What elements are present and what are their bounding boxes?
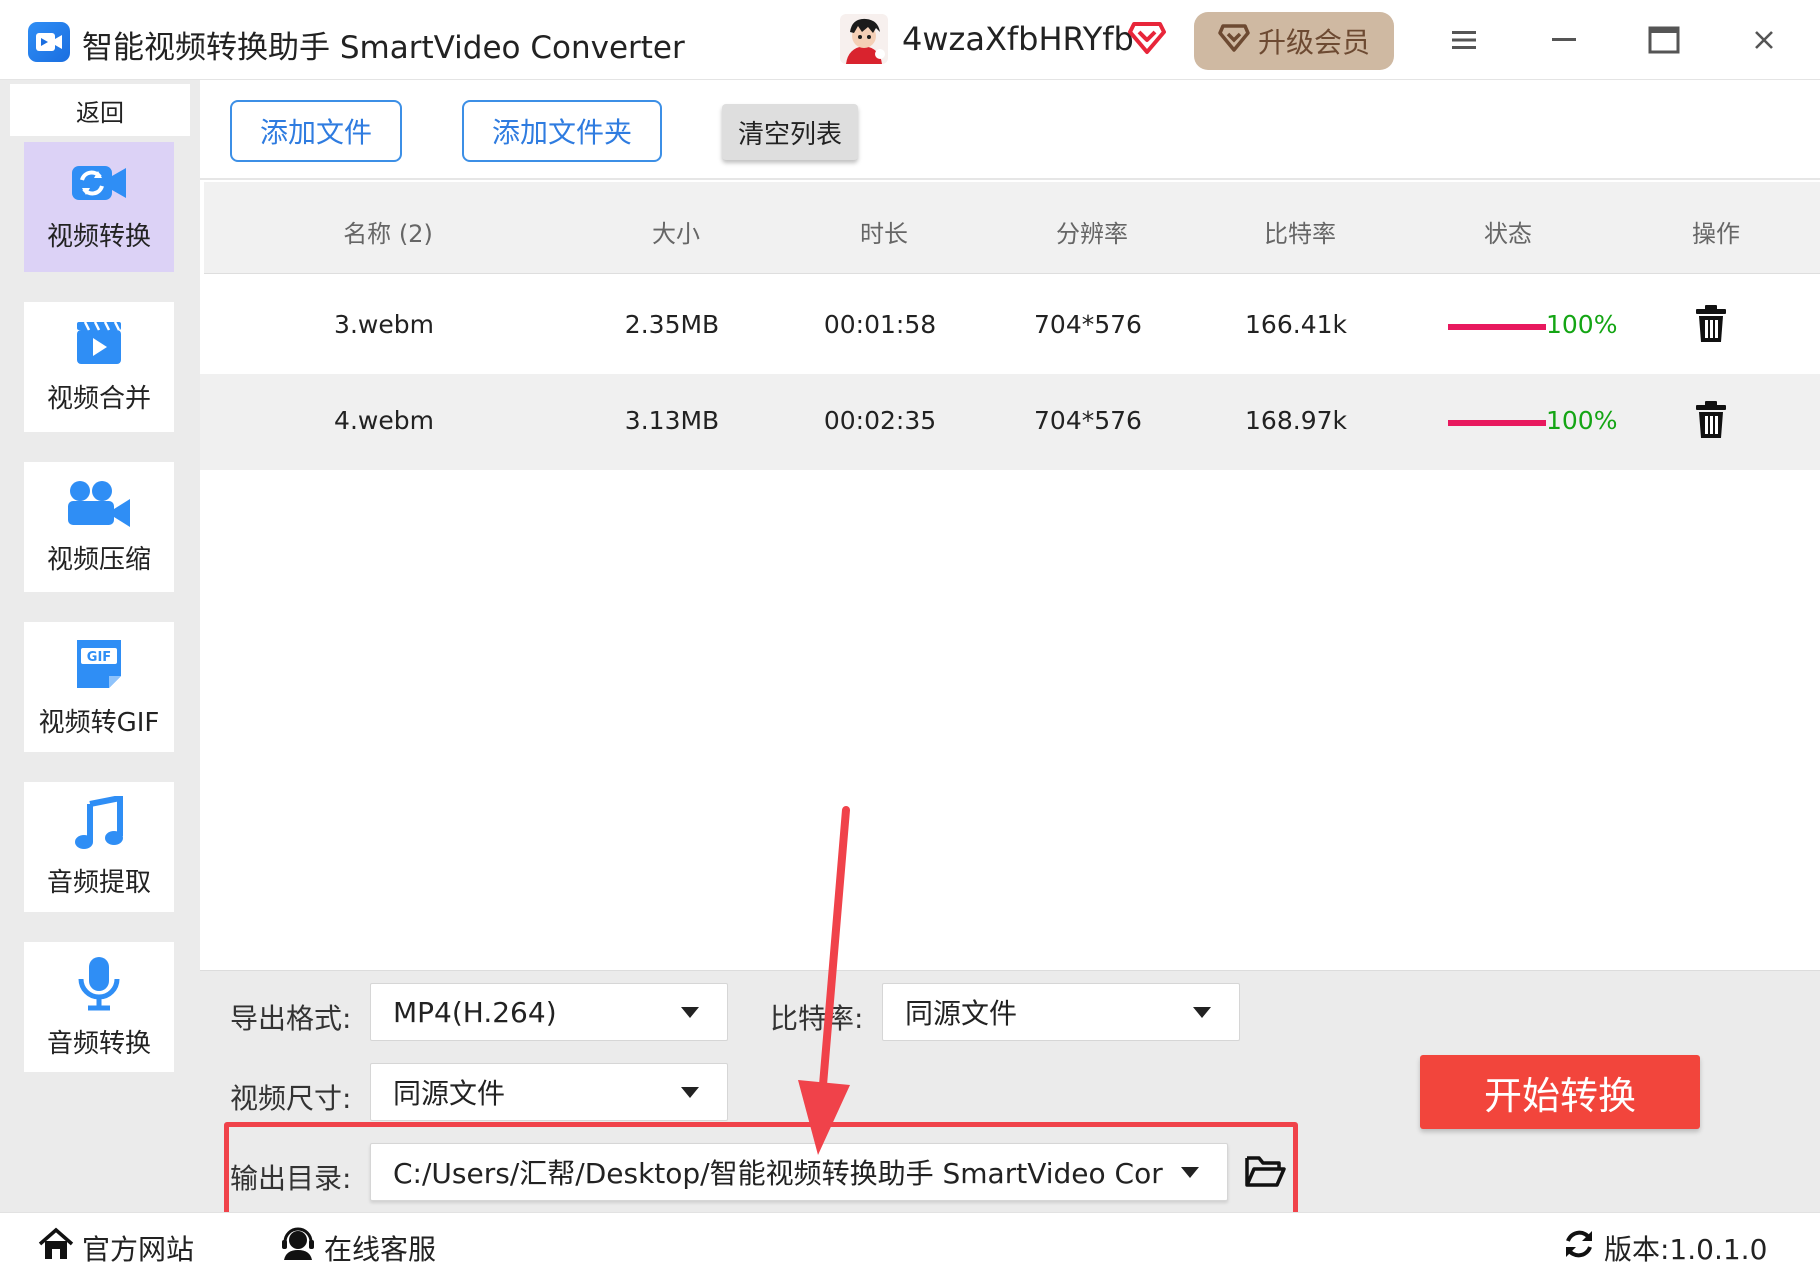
video-size-value: 同源文件 (393, 1077, 506, 1110)
sidebar: 返回 视频转换 视频合并 视频压缩 GIF 视频转GIF 音频提取 音频转换 (0, 80, 200, 1212)
minimize-icon[interactable] (1540, 16, 1588, 64)
output-dir-value: C:/Users/汇帮/Desktop/智能视频转换助手 SmartVideo … (393, 1157, 1163, 1190)
sidebar-item-video-convert[interactable]: 视频转换 (24, 142, 174, 272)
username[interactable]: 4wzaXfbHRYfb (902, 20, 1134, 58)
cell-name: 4.webm (334, 406, 434, 435)
cell-name: 3.webm (334, 310, 434, 339)
gif-icon: GIF (73, 636, 125, 694)
toolbar: 添加文件 添加文件夹 清空列表 (200, 80, 1820, 180)
app-title: 智能视频转换助手 SmartVideo Converter (82, 30, 685, 66)
version-label: 版本:1.0.1.0 (1604, 1232, 1768, 1266)
upgrade-label: 升级会员 (1257, 26, 1370, 59)
sidebar-item-label: 视频转GIF (38, 707, 160, 738)
trash-icon[interactable] (1694, 304, 1728, 346)
sidebar-item-audio-convert[interactable]: 音频转换 (24, 942, 174, 1072)
cell-duration: 00:02:35 (823, 406, 937, 435)
column-header-bitrate[interactable]: 比特率 (1264, 214, 1336, 249)
diamond-icon (1128, 18, 1166, 56)
progress-bar (1448, 420, 1546, 426)
online-support-link[interactable]: 在线客服 (280, 1227, 436, 1268)
table-header: 名称 (2) 大小 时长 分辨率 比特率 状态 操作 (204, 182, 1820, 274)
format-label: 导出格式: (230, 1002, 352, 1035)
upgrade-vip-button[interactable]: 升级会员 (1194, 12, 1394, 70)
table-row[interactable]: 4.webm 3.13MB 00:02:35 704*576 168.97k 1… (200, 374, 1820, 470)
video-size-label: 视频尺寸: (230, 1082, 352, 1115)
sidebar-item-label: 视频转换 (46, 221, 151, 252)
app-window: 智能视频转换助手 SmartVideo Converter 4wzaXfbHRY… (0, 0, 1820, 1280)
add-folder-button[interactable]: 添加文件夹 (462, 100, 662, 162)
add-file-button[interactable]: 添加文件 (230, 100, 402, 162)
cell-bitrate: 168.97k (1245, 406, 1347, 435)
progress-label: 100% (1546, 310, 1618, 339)
sidebar-item-video-merge[interactable]: 视频合并 (24, 302, 174, 432)
chevron-down-icon (681, 1007, 699, 1018)
avatar[interactable] (840, 14, 888, 64)
trash-icon[interactable] (1694, 400, 1728, 442)
format-value: MP4(H.264) (393, 995, 557, 1029)
table-row[interactable]: 3.webm 2.35MB 00:01:58 704*576 166.41k 1… (200, 278, 1820, 374)
column-header-actions: 操作 (1692, 220, 1740, 248)
svg-text:GIF: GIF (87, 650, 111, 665)
title-bar: 智能视频转换助手 SmartVideo Converter 4wzaXfbHRY… (0, 0, 1820, 80)
chevron-down-icon (681, 1087, 699, 1098)
cell-resolution: 704*576 (1034, 406, 1142, 435)
app-logo-icon (28, 22, 70, 62)
bitrate-label: 比特率: (770, 1002, 864, 1035)
headset-icon (280, 1227, 316, 1268)
progress-bar (1448, 324, 1546, 330)
column-header-duration[interactable]: 时长 (860, 214, 908, 249)
microphone-icon (76, 955, 122, 1015)
chevron-down-icon (1193, 1007, 1211, 1018)
video-convert-icon (70, 162, 128, 208)
back-button[interactable]: 返回 (10, 84, 190, 136)
column-header-status[interactable]: 状态 (1484, 214, 1532, 249)
clear-list-button[interactable]: 清空列表 (722, 104, 858, 160)
start-convert-button[interactable]: 开始转换 (1420, 1055, 1700, 1129)
sidebar-item-label: 音频提取 (46, 867, 151, 898)
footer: 官方网站 在线客服 版本:1.0.1.0 (0, 1212, 1820, 1280)
format-select[interactable]: MP4(H.264) (370, 983, 728, 1041)
website-label: 官方网站 (82, 1232, 195, 1266)
video-compress-icon (66, 479, 132, 531)
video-size-select[interactable]: 同源文件 (370, 1063, 728, 1121)
progress-label: 100% (1546, 406, 1618, 435)
bitrate-value: 同源文件 (905, 997, 1018, 1030)
progress-fill (1448, 324, 1546, 330)
cell-resolution: 704*576 (1034, 310, 1142, 339)
folder-open-icon[interactable] (1244, 1153, 1286, 1189)
sidebar-item-audio-extract[interactable]: 音频提取 (24, 782, 174, 912)
column-header-size[interactable]: 大小 (652, 214, 700, 249)
cell-size: 2.35MB (624, 310, 720, 339)
official-website-link[interactable]: 官方网站 (38, 1227, 194, 1268)
sidebar-item-video-gif[interactable]: GIF 视频转GIF (24, 622, 174, 752)
column-header-resolution[interactable]: 分辨率 (1056, 214, 1128, 249)
column-header-name[interactable]: 名称 (2) (343, 214, 433, 249)
sidebar-item-label: 视频压缩 (46, 544, 151, 575)
refresh-icon (1562, 1227, 1596, 1268)
cell-bitrate: 166.41k (1245, 310, 1347, 339)
chevron-down-icon (1181, 1167, 1199, 1178)
menu-icon[interactable] (1440, 16, 1488, 64)
music-note-icon (74, 793, 124, 854)
maximize-icon[interactable] (1640, 16, 1688, 64)
progress-fill (1448, 420, 1546, 426)
home-icon (38, 1227, 74, 1268)
output-dir-label: 输出目录: (230, 1162, 352, 1195)
support-label: 在线客服 (324, 1232, 437, 1266)
bitrate-select[interactable]: 同源文件 (882, 983, 1240, 1041)
version-info[interactable]: 版本:1.0.1.0 (1562, 1227, 1767, 1268)
video-merge-icon (75, 320, 123, 370)
cell-size: 3.13MB (624, 406, 720, 435)
sidebar-item-video-compress[interactable]: 视频压缩 (24, 462, 174, 592)
sidebar-item-label: 音频转换 (46, 1028, 151, 1059)
cell-duration: 00:01:58 (823, 310, 937, 339)
output-settings-panel: 导出格式: MP4(H.264) 比特率: 同源文件 视频尺寸: 同源文件 输出… (200, 970, 1820, 1212)
upgrade-diamond-icon (1218, 23, 1250, 60)
output-dir-select[interactable]: C:/Users/汇帮/Desktop/智能视频转换助手 SmartVideo … (370, 1143, 1228, 1201)
close-icon[interactable] (1740, 16, 1788, 64)
sidebar-item-label: 视频合并 (46, 383, 151, 414)
